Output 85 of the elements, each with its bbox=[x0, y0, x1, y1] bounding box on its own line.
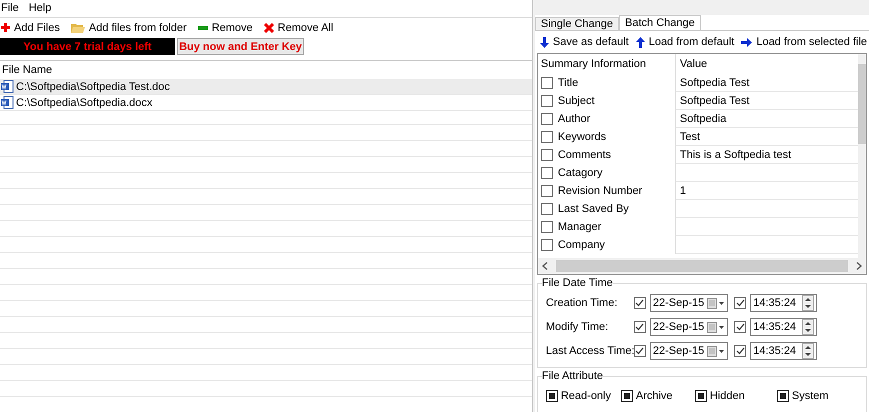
file-row[interactable]: C:\Softpedia\Softpedia.docx bbox=[0, 95, 532, 111]
spin-buttons-icon[interactable] bbox=[802, 343, 814, 359]
cross-icon bbox=[264, 22, 274, 32]
spin-buttons-icon[interactable] bbox=[802, 319, 814, 335]
column-header[interactable]: File Name bbox=[2, 64, 52, 76]
checkbox[interactable] bbox=[734, 297, 746, 309]
checkbox[interactable] bbox=[540, 167, 553, 179]
checkbox[interactable] bbox=[540, 203, 553, 215]
trial-message: You have 7 trial days left bbox=[0, 38, 175, 55]
calendar-dropdown-icon[interactable] bbox=[707, 346, 726, 356]
checkbox-label[interactable]: Read-only bbox=[560, 390, 611, 402]
field-label: Modify Time: bbox=[546, 321, 610, 333]
up-arrow-icon bbox=[636, 36, 645, 48]
property-name: Comments bbox=[558, 149, 612, 161]
checkbox[interactable] bbox=[734, 321, 746, 333]
property-value[interactable]: 1 bbox=[680, 184, 686, 196]
down-arrow-icon bbox=[540, 36, 549, 48]
checkbox[interactable] bbox=[540, 185, 553, 197]
group-title: File Attribute bbox=[542, 370, 603, 382]
property-value[interactable]: Test bbox=[680, 130, 700, 142]
menu-item[interactable]: Help bbox=[28, 2, 52, 14]
plus-icon bbox=[1, 23, 10, 32]
checkbox[interactable] bbox=[734, 345, 746, 357]
toolbar-button[interactable]: Add Files bbox=[0, 22, 60, 34]
time-field[interactable]: 14:35:24 bbox=[750, 318, 818, 336]
document-icon bbox=[1, 96, 14, 109]
property-name: Catagory bbox=[558, 167, 602, 179]
horizontal-scrollbar[interactable] bbox=[538, 258, 866, 274]
folder-icon bbox=[70, 22, 85, 34]
property-name: Author bbox=[558, 113, 590, 125]
spin-buttons-icon[interactable] bbox=[802, 295, 814, 311]
menu-item[interactable]: File bbox=[1, 2, 19, 14]
checkbox-label[interactable]: System bbox=[792, 390, 829, 402]
property-name: Company bbox=[558, 239, 605, 251]
checkbox[interactable] bbox=[546, 390, 558, 402]
column-header[interactable]: Value bbox=[680, 58, 708, 70]
field-label: Last Access Time: bbox=[546, 345, 634, 357]
toolbar-button[interactable]: Remove bbox=[196, 22, 253, 34]
checkbox[interactable] bbox=[634, 297, 646, 309]
group-title: File Date Time bbox=[542, 277, 613, 289]
time-field[interactable]: 14:35:24 bbox=[750, 294, 818, 312]
checkbox[interactable] bbox=[540, 77, 553, 89]
toolbar-button[interactable]: Load from selected file bbox=[740, 36, 867, 48]
checkbox[interactable] bbox=[540, 131, 553, 143]
tab[interactable]: Batch Change bbox=[619, 15, 701, 30]
checkbox[interactable] bbox=[634, 345, 646, 357]
checkbox[interactable] bbox=[776, 390, 789, 402]
checkbox-label[interactable]: Archive bbox=[636, 390, 673, 402]
vertical-scrollbar[interactable] bbox=[858, 54, 866, 258]
toolbar-button[interactable]: Load from default bbox=[634, 36, 734, 48]
property-name: Last Saved By bbox=[558, 203, 629, 215]
checkbox[interactable] bbox=[540, 239, 553, 251]
property-value[interactable]: Softpedia bbox=[680, 112, 726, 124]
property-name: Manager bbox=[558, 221, 602, 233]
date-picker[interactable]: 22-Sep-15 bbox=[650, 342, 728, 360]
right-arrow-icon bbox=[741, 38, 752, 46]
checkbox[interactable] bbox=[620, 390, 633, 402]
checkbox[interactable] bbox=[540, 221, 553, 233]
checkbox[interactable] bbox=[540, 95, 553, 107]
checkbox-label[interactable]: Hidden bbox=[710, 390, 745, 402]
toolbar-button[interactable]: Remove All bbox=[262, 22, 334, 34]
calendar-dropdown-icon[interactable] bbox=[707, 322, 726, 332]
property-value[interactable]: Softpedia Test bbox=[680, 76, 750, 88]
tab[interactable]: Single Change bbox=[534, 17, 620, 30]
property-value[interactable]: Softpedia Test bbox=[680, 94, 750, 106]
field-label: Creation Time: bbox=[546, 297, 618, 309]
property-name: Keywords bbox=[558, 131, 606, 143]
time-field[interactable]: 14:35:24 bbox=[750, 342, 818, 360]
property-value[interactable]: This is a Softpedia test bbox=[680, 148, 792, 160]
date-picker[interactable]: 22-Sep-15 bbox=[650, 318, 728, 336]
minus-icon bbox=[198, 26, 208, 30]
checkbox[interactable] bbox=[540, 113, 553, 125]
buy-button[interactable]: Buy now and Enter Key bbox=[177, 38, 304, 55]
checkbox[interactable] bbox=[634, 321, 646, 333]
checkbox[interactable] bbox=[694, 390, 707, 402]
file-row[interactable]: C:\Softpedia\Softpedia Test.doc bbox=[0, 79, 532, 95]
property-name: Revision Number bbox=[558, 185, 642, 197]
calendar-dropdown-icon[interactable] bbox=[707, 298, 726, 308]
toolbar-button[interactable]: Add files from folder bbox=[70, 22, 187, 34]
checkbox[interactable] bbox=[540, 149, 553, 161]
column-header[interactable]: Summary Information bbox=[540, 58, 646, 70]
toolbar-button[interactable]: Save as default bbox=[538, 36, 629, 48]
property-name: Title bbox=[558, 77, 578, 89]
date-picker[interactable]: 22-Sep-15 bbox=[650, 294, 728, 312]
property-name: Subject bbox=[558, 95, 595, 107]
